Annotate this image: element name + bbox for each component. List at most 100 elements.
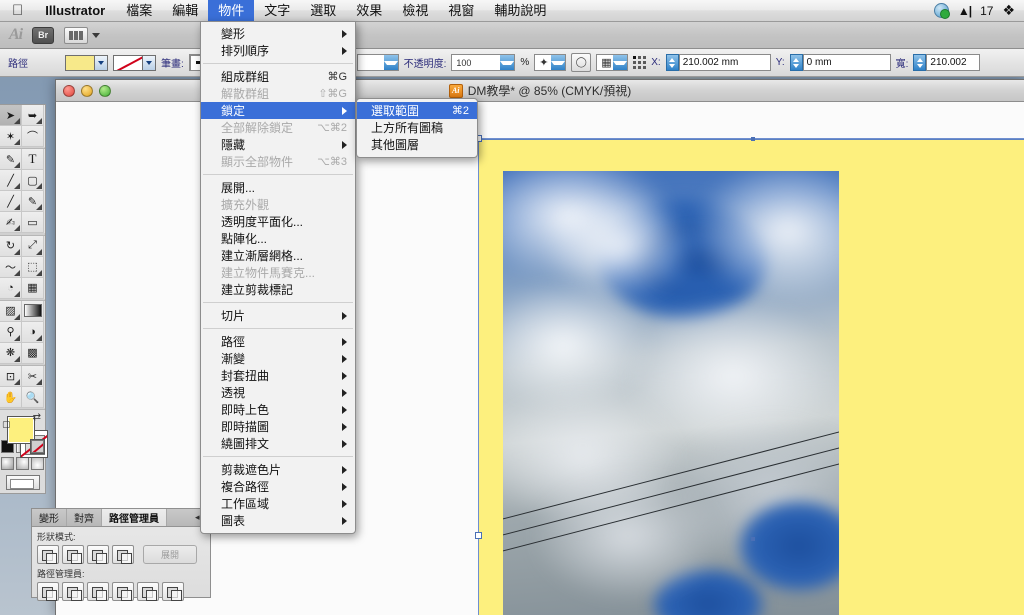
blend-mode-select[interactable]	[356, 54, 399, 71]
chevron-down-icon[interactable]	[92, 32, 101, 38]
fill-swatch[interactable]	[65, 54, 95, 71]
menu-item-建立剪裁標記[interactable]: 建立剪裁標記	[201, 281, 355, 298]
submenu-item-上方所有圖稿[interactable]: 上方所有圖稿	[357, 119, 477, 136]
menu-item-變形[interactable]: 變形	[201, 25, 355, 42]
bridge-button[interactable]: Br	[32, 26, 55, 44]
width-input[interactable]: 210.002	[926, 54, 981, 71]
lock-submenu-dropdown[interactable]: 選取範圍 ⌘2 上方所有圖稿 其他圖層	[356, 98, 478, 158]
merge-button[interactable]	[87, 582, 109, 601]
menu-item-圖表[interactable]: 圖表	[201, 512, 355, 529]
perspective-grid-tool[interactable]: ▦	[22, 277, 44, 299]
menu-item-即時描圖[interactable]: 即時描圖	[201, 418, 355, 435]
menu-item-即時上色[interactable]: 即時上色	[201, 401, 355, 418]
stroke-dropdown-icon[interactable]	[143, 54, 156, 71]
type-tool[interactable]: T	[22, 149, 44, 171]
mask-select[interactable]: ▦	[596, 54, 629, 71]
menu-item-展開...[interactable]: 展開...	[201, 179, 355, 196]
arrange-documents-icon[interactable]	[64, 26, 89, 44]
menu-item-複合路徑[interactable]: 複合路徑	[201, 478, 355, 495]
sync-gear-icon[interactable]	[933, 3, 950, 19]
blob-brush-tool[interactable]: ✍	[0, 212, 22, 234]
apple-icon[interactable]: 	[0, 3, 34, 18]
menu-item-路徑[interactable]: 路徑	[201, 333, 355, 350]
blend-tool[interactable]: ◑	[22, 321, 44, 343]
slice-tool[interactable]: ✂	[22, 366, 44, 388]
intersect-button[interactable]	[87, 545, 109, 564]
menu-item-鎖定[interactable]: 鎖定	[201, 102, 355, 119]
menubar-item-view[interactable]: 檢視	[392, 0, 438, 22]
mask-caret-icon[interactable]	[613, 55, 628, 70]
x-field-group[interactable]: 210.002 mm	[665, 54, 771, 71]
pencil-tool[interactable]: ✎	[22, 191, 44, 213]
artboard-tool[interactable]: ⊡	[0, 366, 22, 388]
none-mode[interactable]	[30, 439, 45, 455]
menu-item-工作區域[interactable]: 工作區域	[201, 495, 355, 512]
rotate-tool[interactable]: ↻	[0, 235, 22, 257]
stroke-swatch-control[interactable]	[113, 54, 156, 71]
zoom-tool[interactable]: 🔍	[22, 387, 44, 409]
eyedropper-tool[interactable]: ⚲	[0, 321, 22, 343]
width-field-group[interactable]: 210.002	[913, 54, 981, 71]
opacity-caret-icon[interactable]	[500, 55, 515, 70]
menubar-item-edit[interactable]: 編輯	[162, 0, 208, 22]
spotlight-icon[interactable]: ❖	[1002, 2, 1015, 19]
paintbrush-tool[interactable]: ╱	[0, 191, 22, 213]
fill-dropdown-icon[interactable]	[95, 54, 108, 71]
menubar-item-file[interactable]: 檔案	[116, 0, 162, 22]
recolor-icon[interactable]: ◯	[571, 53, 592, 72]
menu-item-點陣化...[interactable]: 點陣化...	[201, 230, 355, 247]
menubar-item-effect[interactable]: 效果	[346, 0, 392, 22]
x-input[interactable]: 210.002 mm	[678, 54, 771, 71]
blend-mode-caret-icon[interactable]	[383, 55, 398, 70]
menubar-item-help[interactable]: 輔助說明	[484, 0, 556, 22]
menu-item-透視[interactable]: 透視	[201, 384, 355, 401]
minus-back-button[interactable]	[162, 582, 184, 601]
pen-tool[interactable]: ✎	[0, 149, 22, 171]
menu-item-繞圖排文[interactable]: 繞圖排文	[201, 435, 355, 452]
hand-tool[interactable]: ✋	[0, 387, 22, 409]
shape-builder-tool[interactable]: ◔	[0, 277, 22, 299]
lasso-tool[interactable]: ⌒	[22, 126, 44, 147]
symbol-sprayer-tool[interactable]: ❋	[0, 342, 22, 364]
y-stepper[interactable]	[789, 54, 803, 71]
selection-handle-middle-left[interactable]	[475, 532, 482, 539]
selection-tool[interactable]: ➤	[0, 105, 22, 126]
menubar-item-type[interactable]: 文字	[254, 0, 300, 22]
menu-item-剪裁遮色片[interactable]: 剪裁遮色片	[201, 461, 355, 478]
trim-button[interactable]	[62, 582, 84, 601]
draw-inside-mode[interactable]	[31, 457, 44, 471]
rectangle-tool[interactable]: ▢	[22, 170, 44, 192]
tab-transform[interactable]: 變形	[32, 509, 67, 526]
menu-item-漸變[interactable]: 漸變	[201, 350, 355, 367]
line-segment-tool[interactable]: ╱	[0, 170, 22, 192]
submenu-item-選取範圍[interactable]: 選取範圍 ⌘2	[357, 102, 477, 119]
transform-caret-icon[interactable]	[551, 55, 566, 70]
stroke-swatch[interactable]	[113, 54, 143, 71]
width-tool[interactable]: 〜	[0, 256, 22, 278]
menu-item-排列順序[interactable]: 排列順序	[201, 42, 355, 59]
tab-align[interactable]: 對齊	[67, 509, 102, 526]
menubar-app-name[interactable]: Illustrator	[34, 3, 116, 18]
menubar-item-window[interactable]: 視窗	[438, 0, 484, 22]
menubar-item-select[interactable]: 選取	[300, 0, 346, 22]
column-graph-tool[interactable]: ▩	[22, 342, 44, 364]
width-stepper[interactable]	[913, 54, 927, 71]
menu-item-建立漸層網格...[interactable]: 建立漸層網格...	[201, 247, 355, 264]
ai-badge-icon[interactable]: ▲|	[958, 4, 972, 18]
menubar-item-object[interactable]: 物件	[208, 0, 255, 22]
opacity-input[interactable]: 100	[451, 54, 516, 71]
divide-button[interactable]	[37, 582, 59, 601]
menu-item-組成群組[interactable]: 組成群組 ⌘G	[201, 68, 355, 85]
submenu-item-其他圖層[interactable]: 其他圖層	[357, 136, 477, 153]
expand-button[interactable]: 展開	[143, 545, 197, 564]
y-input[interactable]: 0 mm	[802, 54, 891, 71]
exclude-button[interactable]	[112, 545, 134, 564]
menubar-clock[interactable]: 17	[980, 4, 993, 18]
object-menu-dropdown[interactable]: 變形 排列順序 組成群組 ⌘G 解散群組 ⇧⌘G 鎖定 全部解除鎖定 ⌥⌘2 隱藏 顯示全部物件 ⌥⌘…	[200, 21, 356, 534]
swap-fill-stroke-icon[interactable]: ⇄	[33, 412, 41, 423]
gradient-tool[interactable]	[22, 300, 44, 322]
fill-swatch-control[interactable]	[65, 54, 108, 71]
crop-button[interactable]	[112, 582, 134, 601]
free-transform-tool[interactable]: ⬚	[22, 256, 44, 278]
scale-tool[interactable]: ⤢	[22, 235, 44, 257]
